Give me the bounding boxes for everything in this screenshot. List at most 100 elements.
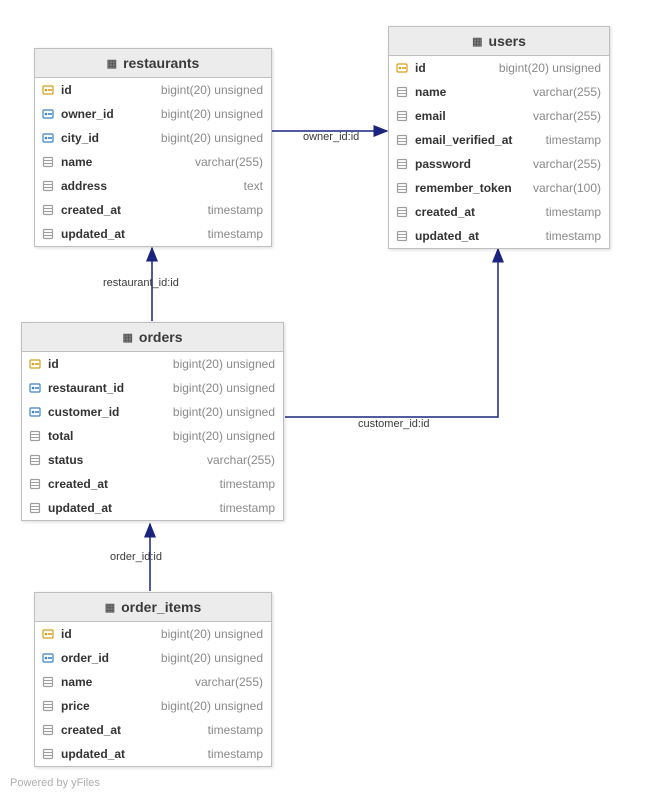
table-restaurants[interactable]: ▦ restaurants idbigint(20) unsignedowner…	[34, 48, 272, 247]
column-name: updated_at	[61, 747, 125, 761]
column-name: name	[61, 155, 92, 169]
foreign-key-icon	[28, 405, 42, 419]
column-name: address	[61, 179, 107, 193]
footer-credit: Powered by yFiles	[10, 777, 100, 789]
table-body-orders: idbigint(20) unsignedrestaurant_idbigint…	[22, 352, 283, 520]
column-row[interactable]: customer_id bigint(20) unsigned	[22, 400, 283, 424]
column-name: price	[61, 699, 90, 713]
column-row[interactable]: updated_attimestamp	[35, 742, 271, 766]
column-type: timestamp	[546, 205, 601, 219]
column-name: updated_at	[61, 227, 125, 241]
column-row[interactable]: updated_at timestamp	[389, 224, 609, 248]
column-name: owner_id	[61, 107, 114, 121]
column-icon	[41, 699, 55, 713]
column-type: bigint(20) unsigned	[161, 627, 263, 641]
column-icon	[28, 453, 42, 467]
column-icon	[395, 157, 409, 171]
table-title: order_items	[121, 599, 201, 615]
column-icon	[41, 675, 55, 689]
column-name: name	[61, 675, 92, 689]
column-row[interactable]: created_attimestamp	[35, 198, 271, 222]
erd-canvas: owner_id:id restaurant_id:id customer_id…	[0, 0, 646, 793]
column-icon	[28, 429, 42, 443]
column-row[interactable]: updated_attimestamp	[22, 496, 283, 520]
column-row[interactable]: created_attimestamp	[22, 472, 283, 496]
table-orders[interactable]: ▦ orders idbigint(20) unsignedrestaurant…	[21, 322, 284, 521]
column-type: bigint(20) unsigned	[499, 61, 601, 75]
column-row[interactable]: owner_idbigint(20) unsigned	[35, 102, 271, 126]
column-row[interactable]: order_idbigint(20) unsigned	[35, 646, 271, 670]
primary-key-icon	[41, 627, 55, 641]
column-row[interactable]: namevarchar(255)	[389, 80, 609, 104]
column-type: bigint(20) unsigned	[173, 357, 275, 371]
table-users[interactable]: ▦ users idbigint(20) unsignednamevarchar…	[388, 26, 610, 249]
column-icon	[28, 477, 42, 491]
foreign-key-icon	[41, 107, 55, 121]
column-name: customer_id	[48, 405, 119, 419]
column-type: bigint(20) unsigned	[173, 381, 275, 395]
table-title: users	[489, 33, 526, 49]
table-body-users: idbigint(20) unsignednamevarchar(255)ema…	[389, 56, 609, 248]
column-type: timestamp	[208, 723, 263, 737]
column-row[interactable]: id bigint(20) unsigned	[35, 622, 271, 646]
column-icon	[41, 723, 55, 737]
column-type: varchar(255)	[195, 675, 263, 689]
table-body-order-items: idbigint(20) unsignedorder_idbigint(20) …	[35, 622, 271, 766]
column-name: id	[61, 627, 72, 641]
foreign-key-icon	[41, 131, 55, 145]
column-row[interactable]: id bigint(20) unsigned	[22, 352, 283, 376]
column-row[interactable]: idbigint(20) unsigned	[35, 78, 271, 102]
column-row[interactable]: city_idbigint(20) unsigned	[35, 126, 271, 150]
column-icon	[41, 179, 55, 193]
column-type: text	[244, 179, 263, 193]
column-row[interactable]: remember_tokenvarchar(100)	[389, 176, 609, 200]
column-type: varchar(255)	[533, 85, 601, 99]
column-icon	[395, 229, 409, 243]
table-header-users: ▦ users	[389, 27, 609, 56]
column-name: email_verified_at	[415, 133, 512, 147]
column-type: timestamp	[546, 229, 601, 243]
column-name: id	[48, 357, 59, 371]
edge-label-restaurant: restaurant_id:id	[103, 277, 179, 289]
column-type: varchar(255)	[207, 453, 275, 467]
column-row[interactable]: namevarchar(255)	[35, 150, 271, 174]
column-row[interactable]: name varchar(255)	[35, 670, 271, 694]
primary-key-icon	[28, 357, 42, 371]
column-row[interactable]: restaurant_id bigint(20) unsigned	[22, 376, 283, 400]
column-row[interactable]: total bigint(20) unsigned	[22, 424, 283, 448]
table-icon: ▦	[472, 35, 482, 48]
column-row[interactable]: idbigint(20) unsigned	[389, 56, 609, 80]
column-name: created_at	[415, 205, 475, 219]
column-name: total	[48, 429, 73, 443]
column-row[interactable]: passwordvarchar(255)	[389, 152, 609, 176]
column-type: bigint(20) unsigned	[173, 405, 275, 419]
column-row[interactable]: created_at timestamp	[389, 200, 609, 224]
column-type: bigint(20) unsigned	[161, 651, 263, 665]
column-type: timestamp	[220, 477, 275, 491]
column-row[interactable]: address text	[35, 174, 271, 198]
column-icon	[395, 85, 409, 99]
table-body-restaurants: idbigint(20) unsignedowner_idbigint(20) …	[35, 78, 271, 246]
column-row[interactable]: pricebigint(20) unsigned	[35, 694, 271, 718]
table-order-items[interactable]: ▦ order_items idbigint(20) unsignedorder…	[34, 592, 272, 767]
table-icon: ▦	[107, 57, 117, 70]
column-row[interactable]: statusvarchar(255)	[22, 448, 283, 472]
column-row[interactable]: email_verified_attimestamp	[389, 128, 609, 152]
column-type: bigint(20) unsigned	[173, 429, 275, 443]
column-name: email	[415, 109, 446, 123]
table-title: restaurants	[123, 55, 199, 71]
edge-orders-to-users	[285, 249, 498, 417]
table-header-orders: ▦ orders	[22, 323, 283, 352]
column-row[interactable]: emailvarchar(255)	[389, 104, 609, 128]
column-icon	[395, 205, 409, 219]
column-name: updated_at	[415, 229, 479, 243]
column-icon	[41, 227, 55, 241]
edge-label-owner: owner_id:id	[303, 131, 359, 143]
foreign-key-icon	[28, 381, 42, 395]
column-icon	[395, 109, 409, 123]
edge-label-customer: customer_id:id	[358, 418, 430, 430]
column-icon	[41, 155, 55, 169]
column-row[interactable]: created_attimestamp	[35, 718, 271, 742]
column-name: restaurant_id	[48, 381, 124, 395]
column-row[interactable]: updated_attimestamp	[35, 222, 271, 246]
